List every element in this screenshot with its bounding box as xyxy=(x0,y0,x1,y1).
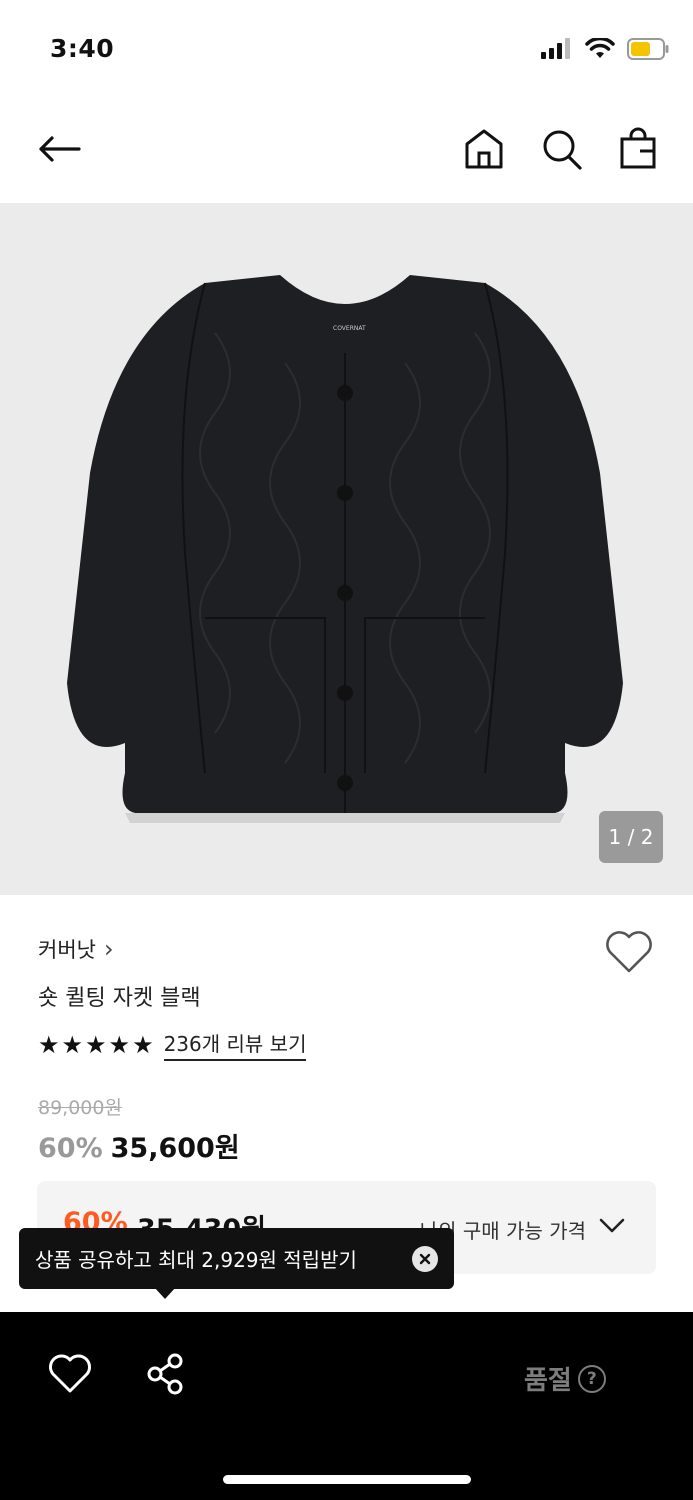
home-indicator xyxy=(223,1475,471,1484)
arrow-left-icon xyxy=(39,136,81,162)
wishlist-button[interactable] xyxy=(604,930,656,978)
help-icon[interactable]: ? xyxy=(577,1364,606,1393)
share-tooltip: 상품 공유하고 최대 2,929원 적립받기 xyxy=(19,1228,454,1289)
nav-bar xyxy=(0,100,693,203)
search-icon xyxy=(543,130,582,170)
shopping-bag-button[interactable] xyxy=(616,126,660,172)
brand-name: 커버낫 xyxy=(38,938,96,962)
shopping-bag-icon xyxy=(620,127,656,169)
home-button[interactable] xyxy=(462,126,506,172)
soldout-status: 품절 ? xyxy=(524,1360,606,1397)
chevron-down-icon xyxy=(599,1218,625,1233)
status-time: 3:40 xyxy=(50,34,115,63)
jacket-image: COVERNAT xyxy=(67,275,623,823)
star-icon: ★ xyxy=(132,1030,154,1059)
status-bar: 3:40 xyxy=(0,0,693,100)
star-icon: ★ xyxy=(38,1030,60,1059)
share-button[interactable] xyxy=(144,1352,188,1396)
image-counter: 1 / 2 xyxy=(599,811,663,863)
battery-icon xyxy=(627,38,669,60)
tooltip-text: 상품 공유하고 최대 2,929원 적립받기 xyxy=(35,1248,357,1272)
review-link[interactable]: 236개 리뷰 보기 xyxy=(163,1028,307,1061)
heart-icon xyxy=(49,1354,91,1393)
close-icon xyxy=(419,1253,431,1265)
soldout-label: 품절 xyxy=(524,1366,572,1396)
brand-link[interactable]: 커버낫 › xyxy=(38,934,114,964)
tooltip-close-button[interactable] xyxy=(412,1246,438,1272)
cellular-signal-icon xyxy=(541,38,570,59)
star-icon: ★ xyxy=(61,1030,84,1059)
rating-stars: ★ ★ ★ ★ ★ xyxy=(38,1033,154,1057)
sale-price: 35,600원 xyxy=(110,1133,240,1164)
bottom-wishlist-button[interactable] xyxy=(48,1354,92,1396)
jacket-logo: COVERNAT xyxy=(333,325,366,332)
share-icon xyxy=(147,1353,183,1395)
star-icon: ★ xyxy=(85,1030,107,1059)
star-icon: ★ xyxy=(108,1030,131,1059)
bottom-action-bar: 품절 ? xyxy=(0,1312,693,1500)
product-image[interactable]: COVERNAT 1 / 2 xyxy=(0,203,693,895)
status-icons xyxy=(541,38,669,60)
discount-rate: 60% xyxy=(38,1133,103,1164)
heart-icon xyxy=(606,931,652,973)
wifi-icon xyxy=(585,38,615,58)
chevron-right-icon: › xyxy=(103,935,114,963)
tooltip-arrow xyxy=(154,1287,176,1299)
back-button[interactable] xyxy=(34,126,84,172)
original-price: 89,000원 xyxy=(38,1097,122,1119)
rating-row: ★ ★ ★ ★ ★ 236개 리뷰 보기 xyxy=(38,1028,307,1061)
price-row: 60% 35,600원 xyxy=(38,1126,240,1165)
search-button[interactable] xyxy=(540,126,584,172)
product-name: 숏 퀼팅 자켓 블랙 xyxy=(38,986,201,1011)
home-icon xyxy=(465,129,503,169)
